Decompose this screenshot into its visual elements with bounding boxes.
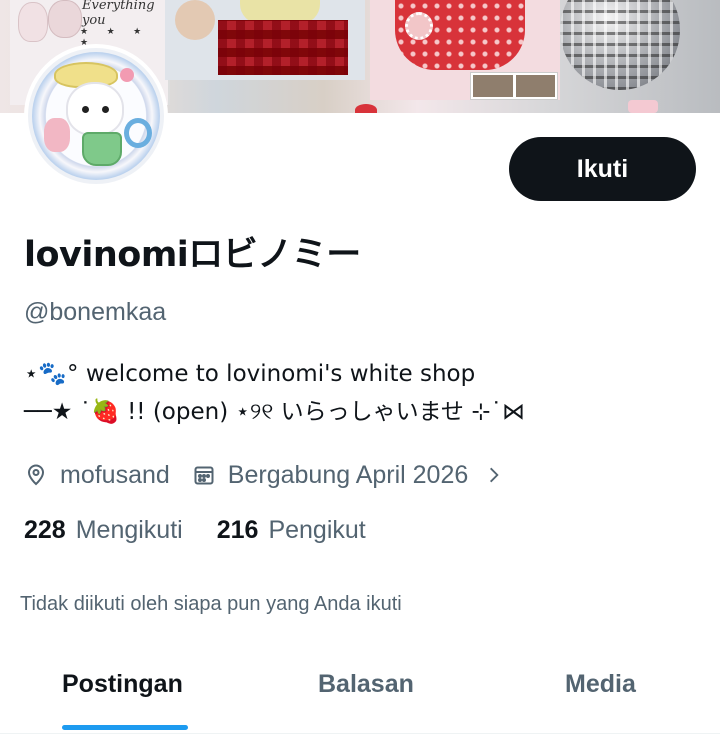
profile-meta: mofusand Bergabung April 2026: [24, 458, 516, 492]
following-link[interactable]: 228 Mengikuti: [24, 516, 183, 545]
banner-bunny-toy: [48, 0, 82, 38]
banner-photo-strip: [470, 72, 558, 100]
avatar-cat-eye: [82, 106, 89, 113]
banner-disco-ball: [560, 0, 680, 90]
chevron-right-icon[interactable]: [484, 465, 504, 485]
location-item: mofusand: [24, 461, 170, 490]
follow-stats: 228 Mengikuti 216 Pengikut: [24, 516, 366, 545]
tab-balasan[interactable]: Balasan: [318, 670, 414, 699]
banner-red-object: [355, 104, 377, 113]
joined-item[interactable]: Bergabung April 2026: [192, 461, 516, 490]
profile-bio: ⋆🐾° welcome to lovinomi's white shop ──★…: [24, 355, 525, 431]
follow-button[interactable]: Ikuti: [509, 137, 696, 201]
avatar-blue-ring: [124, 118, 152, 148]
followers-link[interactable]: 216 Pengikut: [217, 516, 366, 545]
calendar-icon: [194, 466, 214, 485]
following-count: 228: [24, 516, 66, 544]
bio-line: ──★ ˙🍓 !! (open) ⋆୨୧ いらっしゃいませ ⊹˙⋈: [24, 399, 526, 425]
tabs-divider: [0, 733, 720, 734]
avatar-green-cup: [82, 132, 122, 166]
bio-line: ⋆🐾° welcome to lovinomi's white shop: [24, 361, 476, 387]
avatar-cat-figure: [66, 82, 124, 136]
joined-text: Bergabung April 2026: [227, 460, 469, 489]
profile-tabs: Postingan Balasan Media: [0, 650, 720, 734]
banner-gingham-overlay: [218, 20, 348, 75]
banner-pink-bow: [628, 100, 658, 113]
followers-label: Pengikut: [268, 516, 366, 544]
avatar-cat-eye: [102, 106, 109, 113]
location-text: mofusand: [60, 460, 170, 489]
banner-flower: [405, 12, 433, 40]
active-tab-indicator: [62, 725, 188, 730]
followers-count: 216: [216, 516, 259, 544]
profile-avatar[interactable]: [24, 44, 168, 188]
avatar-hat-flower: [120, 68, 134, 82]
avatar-pink-toy: [44, 118, 70, 152]
banner-script-text: Everything you: [82, 0, 155, 28]
following-label: Mengikuti: [75, 516, 183, 544]
tab-postingan[interactable]: Postingan: [62, 670, 183, 699]
location-pin-icon: [27, 464, 45, 486]
display-name: lovinomiロビノミー: [24, 235, 361, 275]
banner-bunny-toy: [18, 2, 48, 42]
tab-media[interactable]: Media: [565, 670, 636, 699]
mutual-followers-note: Tidak diikuti oleh siapa pun yang Anda i…: [20, 593, 402, 615]
banner-doll: [175, 0, 215, 40]
user-handle: @bonemkaa: [24, 298, 167, 326]
